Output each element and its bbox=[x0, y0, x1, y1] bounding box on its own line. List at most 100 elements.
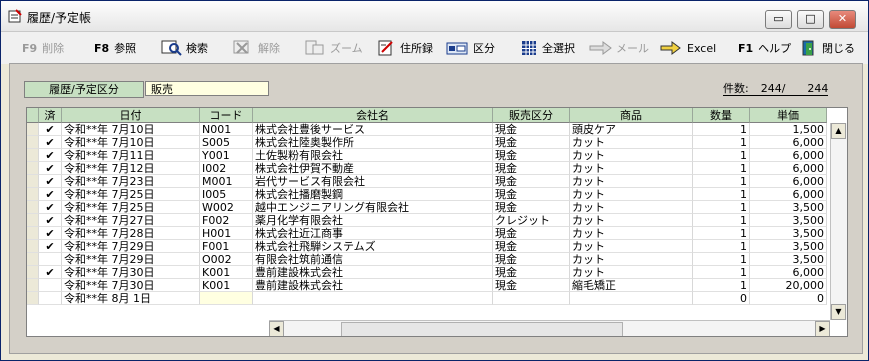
product-cell[interactable]: カット bbox=[570, 214, 693, 227]
sales-type-cell[interactable] bbox=[493, 292, 570, 305]
quantity-cell[interactable]: 1 bbox=[693, 266, 750, 279]
table-row[interactable]: ✔ 令和**年 7月10日 N001 株式会社豊後サービス 現金 頭皮ケア 1 1,500 bbox=[27, 123, 827, 136]
product-cell[interactable]: カット bbox=[570, 201, 693, 214]
date-cell[interactable]: 令和**年 7月10日 bbox=[62, 123, 200, 136]
company-cell[interactable]: 株式会社陸奥製作所 bbox=[253, 136, 493, 149]
company-cell[interactable]: 有限会社筑前通信 bbox=[253, 253, 493, 266]
table-row[interactable]: 令和**年 7月30日 K001 豊前建設株式会社 現金 縮毛矯正 1 20,000 bbox=[27, 279, 827, 292]
row-selector[interactable] bbox=[27, 227, 39, 240]
scroll-down-icon[interactable]: ▼ bbox=[831, 304, 846, 320]
date-cell[interactable]: 令和**年 7月25日 bbox=[62, 188, 200, 201]
code-cell[interactable]: S005 bbox=[200, 136, 253, 149]
company-cell[interactable]: 岩代サービス有限会社 bbox=[253, 175, 493, 188]
col-sales-type[interactable]: 販売区分 bbox=[493, 108, 570, 123]
col-company[interactable]: 会社名 bbox=[253, 108, 493, 123]
sales-type-cell[interactable]: 現金 bbox=[493, 162, 570, 175]
table-row[interactable]: ✔ 令和**年 7月11日 Y001 土佐製粉有限会社 現金 カット 1 6,000 bbox=[27, 149, 827, 162]
release-button[interactable]: 解除 bbox=[233, 38, 280, 58]
done-cell[interactable]: ✔ bbox=[39, 188, 62, 201]
col-code[interactable]: コード bbox=[200, 108, 253, 123]
product-cell[interactable]: 頭皮ケア bbox=[570, 123, 693, 136]
unit-price-cell[interactable]: 1,500 bbox=[750, 123, 827, 136]
unit-price-cell[interactable]: 6,000 bbox=[750, 266, 827, 279]
quantity-cell[interactable]: 1 bbox=[693, 123, 750, 136]
done-cell[interactable]: ✔ bbox=[39, 123, 62, 136]
row-selector[interactable] bbox=[27, 162, 39, 175]
mail-button[interactable]: メール bbox=[589, 38, 649, 58]
row-selector[interactable] bbox=[27, 201, 39, 214]
table-row[interactable]: 令和**年 8月 1日 0 0 bbox=[27, 292, 827, 305]
product-cell[interactable]: カット bbox=[570, 149, 693, 162]
sales-type-cell[interactable]: 現金 bbox=[493, 136, 570, 149]
table-row[interactable]: ✔ 令和**年 7月25日 W002 越中エンジニアリング有限会社 現金 カット 1 3,50… bbox=[27, 201, 827, 214]
done-cell[interactable]: ✔ bbox=[39, 227, 62, 240]
col-product[interactable]: 商品 bbox=[570, 108, 693, 123]
unit-price-cell[interactable]: 6,000 bbox=[750, 175, 827, 188]
company-cell[interactable]: 越中エンジニアリング有限会社 bbox=[253, 201, 493, 214]
product-cell[interactable]: カット bbox=[570, 136, 693, 149]
row-selector[interactable] bbox=[27, 266, 39, 279]
done-cell[interactable]: ✔ bbox=[39, 240, 62, 253]
unit-price-cell[interactable]: 6,000 bbox=[750, 136, 827, 149]
done-cell[interactable] bbox=[39, 279, 62, 292]
code-cell[interactable]: W002 bbox=[200, 201, 253, 214]
horizontal-scroll-thumb[interactable] bbox=[341, 322, 623, 336]
table-row[interactable]: ✔ 令和**年 7月28日 H001 株式会社近江商事 現金 カット 1 3,500 bbox=[27, 227, 827, 240]
date-cell[interactable]: 令和**年 7月23日 bbox=[62, 175, 200, 188]
category-button[interactable]: 区分 bbox=[446, 38, 495, 58]
date-cell[interactable]: 令和**年 7月10日 bbox=[62, 136, 200, 149]
code-cell[interactable]: K001 bbox=[200, 266, 253, 279]
done-cell[interactable]: ✔ bbox=[39, 201, 62, 214]
table-row[interactable]: 令和**年 7月29日 O002 有限会社筑前通信 現金 カット 1 3,500 bbox=[27, 253, 827, 266]
sales-type-cell[interactable]: 現金 bbox=[493, 227, 570, 240]
date-cell[interactable]: 令和**年 7月25日 bbox=[62, 201, 200, 214]
minimize-button[interactable]: ▭ bbox=[765, 10, 792, 29]
date-cell[interactable]: 令和**年 7月11日 bbox=[62, 149, 200, 162]
code-cell[interactable]: K001 bbox=[200, 279, 253, 292]
row-selector[interactable] bbox=[27, 240, 39, 253]
sales-type-cell[interactable]: 現金 bbox=[493, 279, 570, 292]
sales-type-cell[interactable]: 現金 bbox=[493, 149, 570, 162]
company-cell[interactable]: 株式会社伊賀不動産 bbox=[253, 162, 493, 175]
scroll-left-icon[interactable]: ◀ bbox=[269, 321, 284, 336]
product-cell[interactable]: 縮毛矯正 bbox=[570, 279, 693, 292]
help-button[interactable]: F1 ヘルプ bbox=[738, 38, 791, 58]
done-cell[interactable]: ✔ bbox=[39, 175, 62, 188]
quantity-cell[interactable]: 1 bbox=[693, 188, 750, 201]
product-cell[interactable]: カット bbox=[570, 175, 693, 188]
code-cell[interactable]: F001 bbox=[200, 240, 253, 253]
row-selector[interactable] bbox=[27, 279, 39, 292]
quantity-cell[interactable]: 1 bbox=[693, 253, 750, 266]
unit-price-cell[interactable]: 3,500 bbox=[750, 227, 827, 240]
close-app-button[interactable]: 閉じる bbox=[801, 38, 855, 58]
code-cell[interactable]: O002 bbox=[200, 253, 253, 266]
address-book-button[interactable]: 住所録 bbox=[377, 38, 433, 58]
done-cell[interactable]: ✔ bbox=[39, 162, 62, 175]
reference-button[interactable]: F8 参照 bbox=[94, 38, 136, 58]
horizontal-scrollbar[interactable]: ◀ ▶ bbox=[269, 320, 830, 336]
done-cell[interactable]: ✔ bbox=[39, 149, 62, 162]
row-selector[interactable] bbox=[27, 136, 39, 149]
maximize-button[interactable]: □ bbox=[797, 10, 824, 29]
unit-price-cell[interactable]: 3,500 bbox=[750, 253, 827, 266]
quantity-cell[interactable]: 1 bbox=[693, 136, 750, 149]
date-cell[interactable]: 令和**年 7月28日 bbox=[62, 227, 200, 240]
table-row[interactable]: ✔ 令和**年 7月29日 F001 株式会社飛騨システムズ 現金 カット 1 3,500 bbox=[27, 240, 827, 253]
date-cell[interactable]: 令和**年 7月29日 bbox=[62, 240, 200, 253]
date-cell[interactable]: 令和**年 7月30日 bbox=[62, 266, 200, 279]
scroll-right-icon[interactable]: ▶ bbox=[815, 321, 830, 336]
done-cell[interactable] bbox=[39, 292, 62, 305]
col-done[interactable]: 済 bbox=[39, 108, 62, 123]
row-selector[interactable] bbox=[27, 149, 39, 162]
quantity-cell[interactable]: 1 bbox=[693, 214, 750, 227]
code-cell[interactable]: H001 bbox=[200, 227, 253, 240]
product-cell[interactable]: カット bbox=[570, 240, 693, 253]
col-quantity[interactable]: 数量 bbox=[693, 108, 750, 123]
code-cell[interactable] bbox=[200, 292, 253, 305]
unit-price-cell[interactable]: 6,000 bbox=[750, 162, 827, 175]
search-button[interactable]: 検索 bbox=[161, 38, 208, 58]
sales-type-cell[interactable]: 現金 bbox=[493, 123, 570, 136]
quantity-cell[interactable]: 1 bbox=[693, 240, 750, 253]
unit-price-cell[interactable]: 6,000 bbox=[750, 149, 827, 162]
company-cell[interactable]: 株式会社豊後サービス bbox=[253, 123, 493, 136]
